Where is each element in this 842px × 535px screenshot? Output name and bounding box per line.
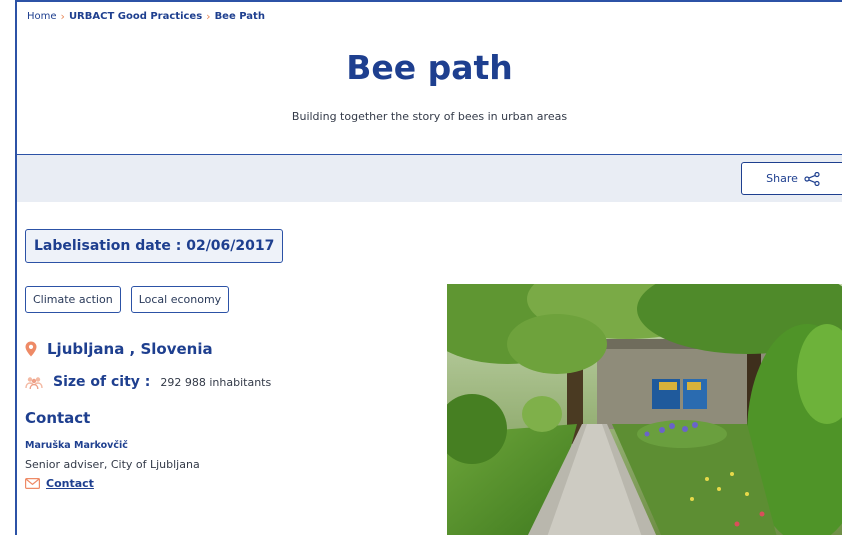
page-subtitle: Building together the story of bees in u… xyxy=(291,110,568,123)
page-title: Bee path xyxy=(346,48,513,87)
chevron-right-icon: › xyxy=(60,10,65,23)
location-row: Ljubljana , Slovenia xyxy=(25,340,213,358)
location-pin-icon xyxy=(25,341,37,357)
city-size-value: 292 988 inhabitants xyxy=(160,375,272,389)
location-text: Ljubljana , Slovenia xyxy=(47,340,213,358)
breadcrumb-home[interactable]: Home xyxy=(27,11,57,22)
share-icon xyxy=(804,171,820,186)
chevron-right-icon: › xyxy=(206,10,211,23)
contact-link-label[interactable]: Contact xyxy=(46,477,94,490)
contact-role: Senior adviser, City of Ljubljana xyxy=(25,458,200,471)
breadcrumb-section[interactable]: URBACT Good Practices xyxy=(69,11,202,22)
people-icon xyxy=(25,376,43,389)
city-size-label: Size of city : xyxy=(53,374,151,390)
contact-link[interactable]: Contact xyxy=(25,477,94,490)
breadcrumb-current: Bee Path xyxy=(214,11,265,22)
mail-icon xyxy=(25,478,40,489)
labelisation-date-badge: Labelisation date : 02/06/2017 xyxy=(25,229,284,263)
tag-local-economy[interactable]: Local economy xyxy=(130,286,230,313)
garden-photo xyxy=(447,284,842,535)
share-button-label: Share xyxy=(766,172,798,185)
breadcrumb: Home › URBACT Good Practices › Bee Path xyxy=(27,10,265,23)
theme-tags: Climate action Local economy xyxy=(25,286,230,313)
contact-heading: Contact xyxy=(25,409,91,427)
page-frame: Home › URBACT Good Practices › Bee Path … xyxy=(15,0,842,535)
share-button[interactable]: Share xyxy=(741,162,842,195)
action-band xyxy=(17,154,842,202)
city-size-row: Size of city : 292 988 inhabitants xyxy=(25,374,271,390)
contact-name: Maruška Markovčič xyxy=(25,440,128,451)
tag-climate-action[interactable]: Climate action xyxy=(25,286,121,313)
garden-photo-illustration xyxy=(447,284,842,535)
